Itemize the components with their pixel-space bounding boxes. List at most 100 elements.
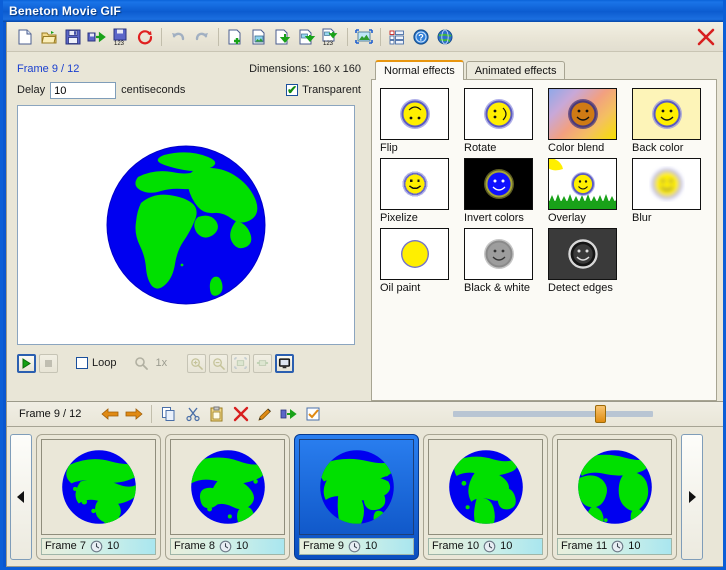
cut-frame-button[interactable] — [182, 404, 204, 424]
filmstrip-scroll-slider[interactable] — [452, 405, 653, 423]
effect-overlay-thumbnail — [548, 158, 617, 210]
close-icon — [697, 28, 715, 46]
frame-preview-canvas[interactable] — [17, 105, 355, 345]
checkbox-select-icon — [306, 407, 320, 421]
redo-button[interactable] — [190, 25, 214, 49]
export-frame-icon — [299, 29, 316, 44]
close-window-button[interactable] — [695, 26, 717, 48]
export-numbered-button[interactable]: 123 — [319, 25, 343, 49]
effect-blur[interactable]: Blur — [632, 158, 710, 224]
save-disk-icon — [65, 29, 81, 44]
zoom-out-button[interactable] — [209, 353, 229, 373]
filmstrip-scroll-left-button[interactable] — [10, 433, 32, 560]
editor-pane: Frame 9 / 12 Dimensions: 160 x 160 Delay… — [7, 52, 369, 401]
previous-frame-button[interactable] — [99, 404, 121, 424]
save-as-button[interactable] — [85, 25, 109, 49]
toolbar-separator — [161, 27, 162, 46]
effect-pixelize-thumbnail — [380, 158, 449, 210]
export-numbered-icon: 123 — [322, 28, 338, 46]
loop-checkbox[interactable]: Loop — [76, 357, 116, 369]
title-bar: Beneton Movie GIF — [3, 0, 723, 22]
svg-text:?: ? — [418, 32, 424, 42]
effect-overlay[interactable]: Overlay — [548, 158, 626, 224]
filmstrip-frame-11-thumbnail — [557, 438, 672, 535]
smiley-oilpaint-icon — [400, 240, 429, 268]
resize-image-icon — [355, 28, 373, 44]
filmstrip-frame-8-label: Frame 8 — [174, 540, 215, 552]
tab-animated-effects[interactable]: Animated effects — [465, 61, 566, 80]
smiley-blended-icon — [567, 99, 598, 129]
arrow-left-icon — [101, 408, 119, 420]
playback-toolbar: Loop 1x — [17, 350, 361, 376]
save-numbered-button[interactable]: 123 — [109, 25, 133, 49]
move-frame-button[interactable] — [278, 404, 300, 424]
effect-back-color-label: Back color — [632, 142, 684, 154]
dimensions-label: Dimensions: 160 x 160 — [249, 63, 361, 75]
zoom-in-button[interactable] — [187, 353, 207, 373]
monitor-screen-icon — [279, 357, 291, 368]
clock-icon — [90, 540, 103, 552]
effect-back-color[interactable]: Back color — [632, 88, 710, 154]
effect-overlay-label: Overlay — [548, 212, 586, 224]
stop-button[interactable] — [39, 353, 58, 373]
new-file-button[interactable] — [13, 25, 37, 49]
insert-image-button[interactable] — [247, 25, 271, 49]
actual-size-button[interactable] — [253, 353, 273, 373]
loop-checkbox-box — [76, 357, 88, 369]
effect-black-and-white[interactable]: Black & white — [464, 228, 542, 294]
filmstrip-frame-9[interactable]: Frame 9 10 — [294, 433, 419, 560]
effect-invert-colors[interactable]: Invert colors — [464, 158, 542, 224]
effect-flip[interactable]: Flip — [380, 88, 458, 154]
export-frame-button[interactable] — [295, 25, 319, 49]
effect-black-and-white-label: Black & white — [464, 282, 531, 294]
effect-color-blend[interactable]: Color blend — [548, 88, 626, 154]
clock-icon — [611, 540, 624, 552]
copy-frame-button[interactable] — [158, 404, 180, 424]
effect-detect-edges[interactable]: Detect edges — [548, 228, 626, 294]
effect-pixelize-label: Pixelize — [380, 212, 418, 224]
play-button[interactable] — [17, 353, 36, 373]
client-area: 123 123 ? Frame 9 / 12 Dimensions: 160 x… — [6, 22, 723, 567]
frame-info-row: Frame 9 / 12 Dimensions: 160 x 160 — [17, 60, 361, 78]
filmstrip-frame-10[interactable]: Frame 10 10 — [423, 433, 548, 560]
new-frame-button[interactable] — [223, 25, 247, 49]
filmstrip-frame-9-caption: Frame 9 10 — [299, 537, 414, 555]
undo-button[interactable] — [166, 25, 190, 49]
select-frame-button[interactable] — [302, 404, 324, 424]
delay-input[interactable]: 10 — [50, 81, 117, 99]
reload-refresh-icon — [137, 29, 153, 44]
filmstrip-frame-11[interactable]: Frame 11 10 — [552, 433, 677, 560]
filmstrip-frame-8[interactable]: Frame 8 10 — [165, 433, 290, 560]
edit-frame-button[interactable] — [254, 404, 276, 424]
reload-button[interactable] — [133, 25, 157, 49]
open-file-button[interactable] — [37, 25, 61, 49]
help-button[interactable]: ? — [409, 25, 433, 49]
frame-list-button[interactable] — [385, 25, 409, 49]
globe-web-icon — [437, 29, 453, 44]
full-screen-button[interactable] — [275, 353, 295, 373]
effect-rotate-thumbnail — [464, 88, 533, 140]
effect-oil-paint[interactable]: Oil paint — [380, 228, 458, 294]
effect-pixelize[interactable]: Pixelize — [380, 158, 458, 224]
new-frame-icon — [228, 29, 241, 44]
svg-text:123: 123 — [114, 41, 125, 46]
filmstrip-frame-7[interactable]: Frame 7 10 — [36, 433, 161, 560]
transparent-checkbox[interactable]: ✔ Transparent — [286, 84, 361, 96]
filmstrip-frame-8-caption: Frame 8 10 — [170, 537, 285, 555]
filmstrip-frame-9-label: Frame 9 — [303, 540, 344, 552]
filmstrip-scroll-slider-thumb[interactable] — [594, 405, 606, 423]
import-frame-button[interactable] — [271, 25, 295, 49]
paste-frame-button[interactable] — [206, 404, 228, 424]
fit-image-icon — [234, 356, 247, 369]
fit-image-button[interactable] — [231, 353, 251, 373]
smiley-rotated-icon — [483, 99, 514, 129]
website-button[interactable] — [433, 25, 457, 49]
tab-normal-effects[interactable]: Normal effects — [375, 60, 464, 80]
resize-image-button[interactable] — [352, 25, 376, 49]
filmstrip-scroll-right-button[interactable] — [681, 433, 703, 560]
effect-rotate[interactable]: Rotate — [464, 88, 542, 154]
filmstrip-frame-11-label: Frame 11 — [561, 540, 608, 552]
next-frame-button[interactable] — [123, 404, 145, 424]
save-file-button[interactable] — [61, 25, 85, 49]
delete-frame-button[interactable] — [230, 404, 252, 424]
